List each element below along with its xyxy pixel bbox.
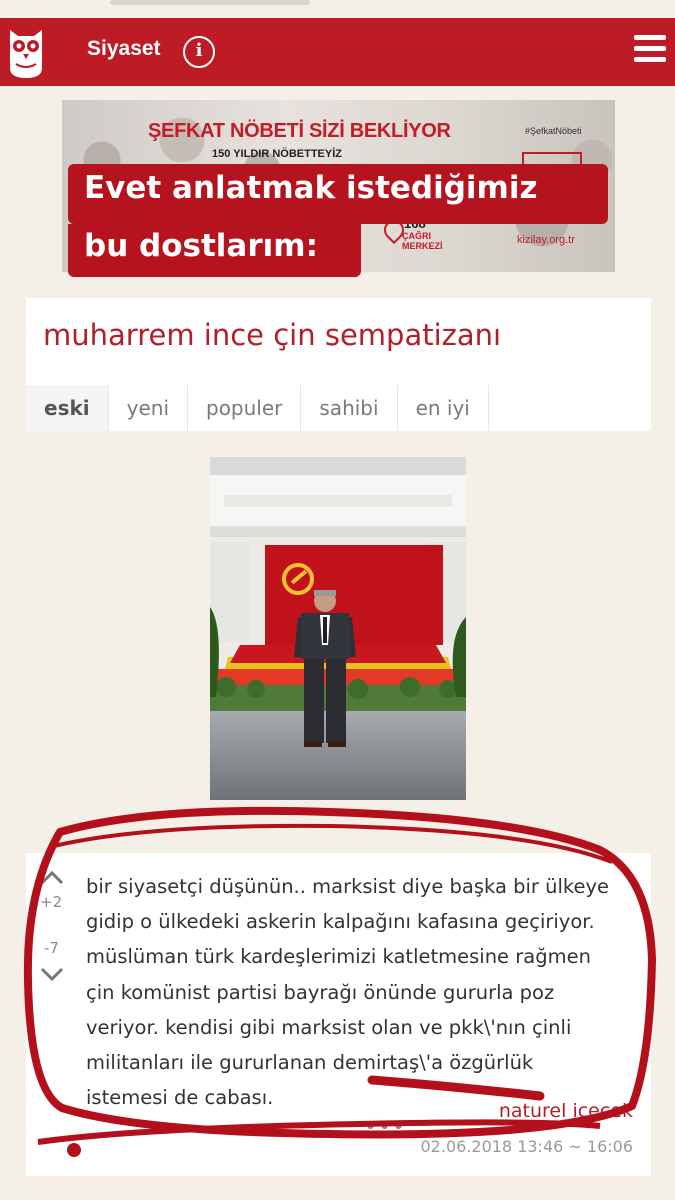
entry-line: bir siyasetçi düşünün.. marksist diye ba… [86, 875, 610, 898]
app-header: Siyaset i [0, 18, 675, 86]
owl-logo-icon[interactable] [6, 24, 46, 80]
entry-line: çin komünist partisi bayrağı önünde guru… [86, 980, 555, 1004]
status-strip [0, 0, 675, 18]
ad-subline: 150 YILDIR NÖBETTEYİZ [212, 148, 342, 160]
ad-hashtag: #ŞefkatNöbeti [525, 126, 582, 136]
entry-photo[interactable] [210, 457, 466, 800]
info-icon[interactable]: i [183, 36, 215, 68]
entry-line: gidip o ülkedeki askerin kalpağını kafas… [86, 910, 595, 934]
entry-date[interactable]: 02.06.2018 13:46 ~ 16:06 [421, 1137, 634, 1156]
entry-line: militanları ile gururlanan demirtaş\'a ö… [86, 1051, 534, 1075]
caption-line-2: bu dostlarım: [84, 228, 318, 264]
hamburger-menu-icon[interactable] [633, 35, 667, 69]
downvote-count: -7 [44, 939, 59, 957]
ad-call-center: ÇAĞRI MERKEZİ [402, 231, 443, 251]
tab-sahibi[interactable]: sahibi [301, 385, 398, 431]
tab-en-iyi[interactable]: en iyi [397, 385, 489, 431]
entry-author-link[interactable]: naturel icecek [499, 1100, 633, 1122]
downvote-chevron-icon[interactable] [40, 967, 64, 983]
ad-website: kizilay.org.tr [517, 234, 575, 246]
sort-tabs: eski yeni populer sahibi en iyi [26, 385, 489, 431]
topic-card: muharrem ince çin sempatizanı eski yeni … [26, 298, 651, 431]
entry-line: müslüman türk kardeşlerimizi katletmesin… [86, 945, 591, 969]
upvote-count: +2 [40, 893, 63, 911]
tab-eski[interactable]: eski [26, 385, 109, 431]
entry-card: +2 -7 bir siyasetçi düşünün.. marksist d… [26, 853, 651, 1176]
section-title[interactable]: Siyaset [87, 37, 161, 61]
topic-title[interactable]: muharrem ince çin sempatizanı [43, 318, 501, 352]
entry-content: bir siyasetçi düşünün.. marksist diye ba… [86, 869, 646, 1115]
entry-line: veriyor. kendisi gibi marksist olan ve p… [86, 1015, 572, 1039]
tab-yeni[interactable]: yeni [108, 385, 188, 431]
tab-populer[interactable]: populer [188, 385, 302, 431]
more-options-icon[interactable]: ••• [364, 1115, 406, 1140]
status-pill [110, 0, 310, 5]
upvote-chevron-icon[interactable] [40, 869, 64, 885]
ad-headline: ŞEFKAT NÖBETİ SİZİ BEKLİYOR [148, 120, 451, 142]
caption-line-1: Evet anlatmak istediğimiz [84, 170, 538, 206]
